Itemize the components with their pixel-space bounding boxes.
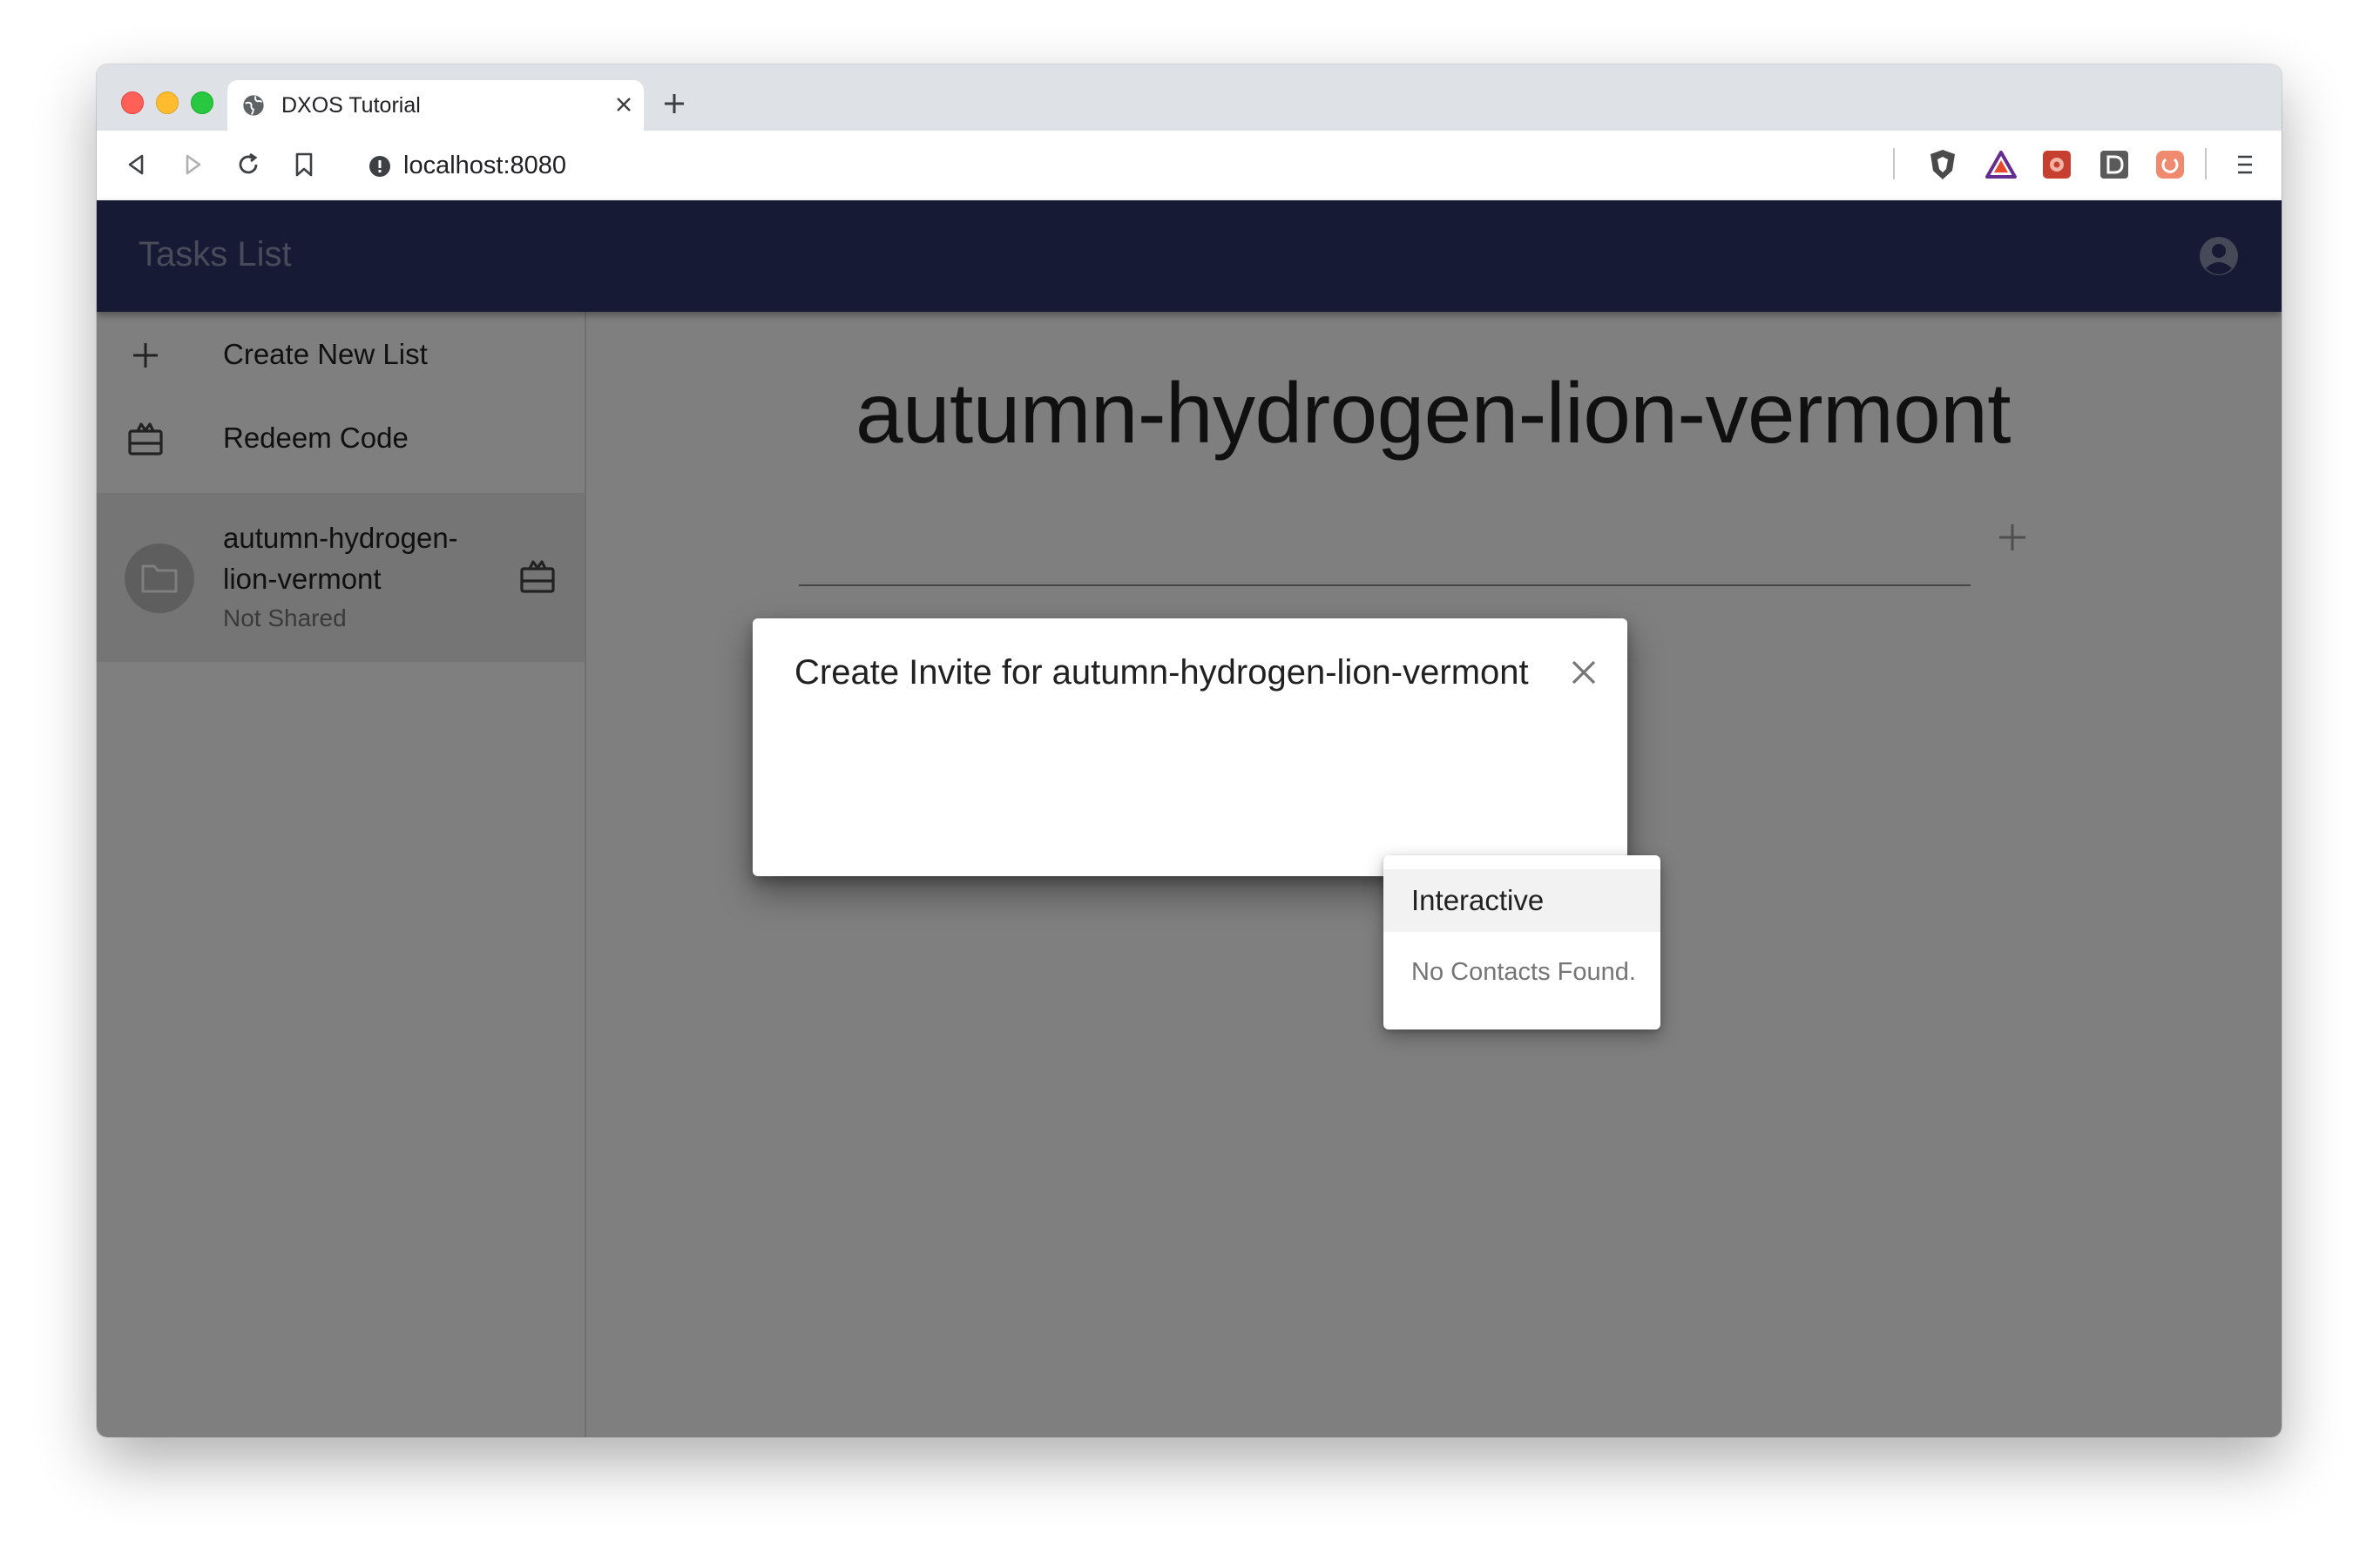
extension-power-icon[interactable] [2153,147,2187,182]
extension-puzzle-icon[interactable] [2039,147,2074,182]
minimize-window-button[interactable] [156,91,179,114]
site-info-icon[interactable] [368,155,391,178]
menu-item-label: Interactive [1411,884,1545,916]
invite-dialog: Create Invite for autumn-hydrogen-lion-v… [753,618,1627,876]
dialog-title: Create Invite for autumn-hydrogen-lion-v… [794,653,1529,692]
new-tab-icon[interactable] [661,91,687,117]
tab-strip: DXOS Tutorial [97,64,2282,131]
tab-title: DXOS Tutorial [281,93,421,118]
tab-close-icon[interactable] [614,95,633,114]
empty-contacts-message: No Contacts Found. [1411,958,1636,986]
url-text[interactable]: localhost:8080 [403,152,566,179]
toolbar-divider [1893,148,1895,179]
brave-shield-icon[interactable] [1925,147,1960,182]
menu-item-interactive[interactable]: Interactive [1383,869,1660,932]
reload-icon[interactable] [231,147,266,182]
browser-tab[interactable]: DXOS Tutorial [227,80,644,131]
close-window-button[interactable] [121,91,144,114]
address-bar[interactable]: localhost:8080 [342,138,2026,193]
toolbar-divider [2205,148,2207,179]
invite-type-menu: Interactive No Contacts Found. [1383,855,1660,1029]
extension-d-icon[interactable] [2097,147,2132,182]
menu-icon[interactable] [2228,147,2262,182]
brave-rewards-icon[interactable] [1984,147,2018,182]
browser-window: DXOS Tutorial localhost:8080 Create Invi… [97,64,2282,1437]
browser-toolbar: localhost:8080 [97,131,2282,201]
globe-icon [243,95,264,116]
bookmark-icon[interactable] [287,147,321,182]
back-icon[interactable] [119,147,154,182]
forward-icon[interactable] [175,147,210,182]
zoom-window-button[interactable] [191,91,213,114]
close-icon[interactable] [1566,655,1601,690]
